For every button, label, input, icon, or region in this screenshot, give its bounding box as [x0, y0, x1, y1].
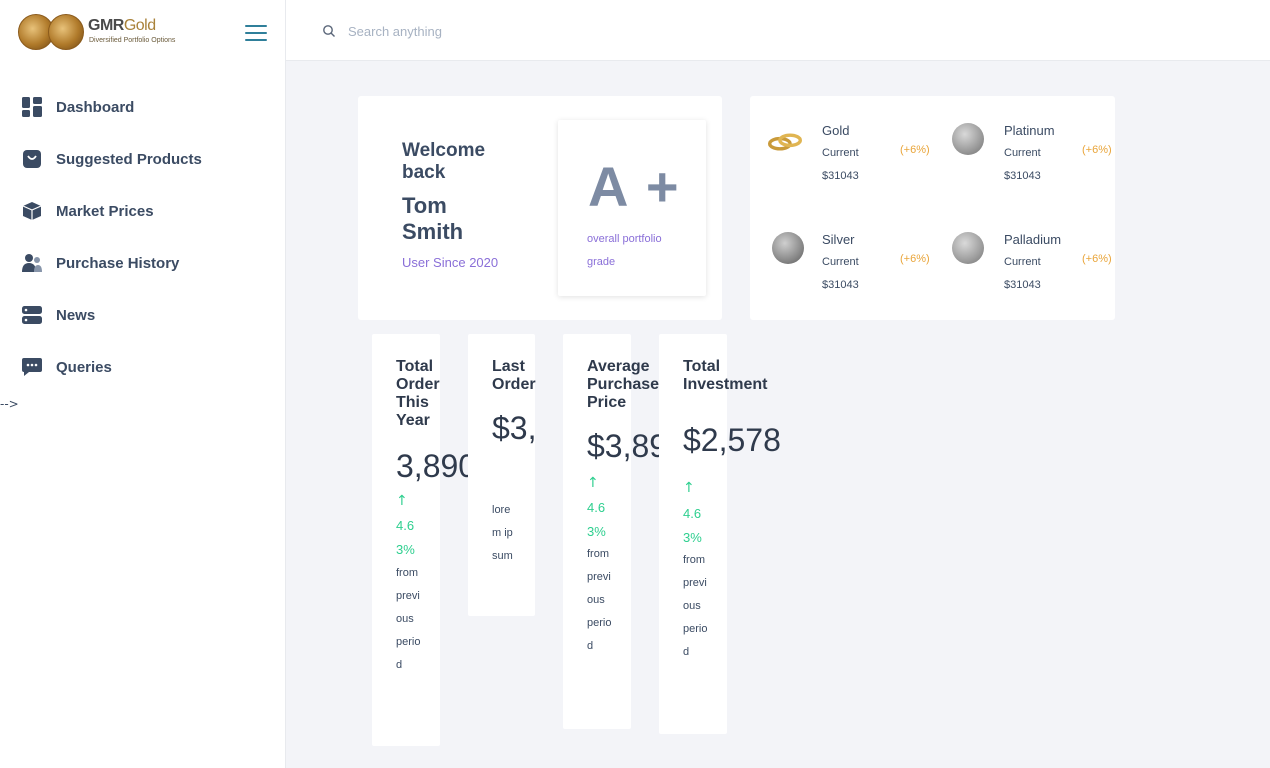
- stat-value: 3,890: [396, 448, 477, 484]
- welcome-title: Welcome back: [402, 140, 486, 183]
- search-icon: [323, 25, 335, 37]
- stray-text: -->: [0, 397, 19, 411]
- sidebar-item-queries[interactable]: Queries: [0, 341, 285, 393]
- metal-sub: Current: [1004, 256, 1041, 268]
- metal-price: $31043: [822, 279, 859, 291]
- stat-value: $3,890: [492, 410, 535, 446]
- metal-name: Silver: [822, 232, 855, 247]
- sidebar-item-label: Queries: [56, 358, 112, 376]
- sidebar-item-label: Dashboard: [56, 98, 135, 116]
- stat-note: lorem ipsum: [492, 504, 513, 562]
- stat-title: Total Order This Year: [396, 358, 440, 429]
- metal-sub: Current: [1004, 147, 1041, 159]
- arrow-up-icon: ↑: [683, 480, 695, 496]
- portfolio-grade-box: A + overall portfolio grade: [558, 120, 706, 296]
- metal-price: $31043: [1004, 279, 1041, 291]
- portfolio-grade: A +: [588, 155, 681, 218]
- silver-coin-icon: [772, 232, 804, 264]
- sidebar-item-news[interactable]: News: [0, 289, 285, 341]
- sidebar-item-dashboard[interactable]: Dashboard: [0, 81, 285, 133]
- palladium-coin-icon: [952, 232, 984, 264]
- welcome-card: Welcome back Tom Smith User Since 2020 A…: [358, 96, 722, 320]
- menu-toggle-icon[interactable]: [245, 24, 267, 42]
- stat-value: $3,890: [587, 428, 661, 464]
- metal-name: Gold: [822, 123, 850, 138]
- sidebar-item-label: News: [56, 306, 96, 324]
- stat-card-average-purchase-price: Average Purchase Price $3,890 ↑ 4.63% fr…: [563, 334, 661, 729]
- box-icon: [22, 202, 42, 220]
- sidebar-item-label: Market Prices: [56, 202, 154, 220]
- sidebar-item-market-prices[interactable]: Market Prices: [0, 185, 285, 237]
- search-input[interactable]: [348, 18, 748, 44]
- grid-icon: [22, 97, 42, 117]
- sidebar-item-label: Purchase History: [56, 254, 180, 272]
- metal-item-palladium[interactable]: Palladium Current $31043 (+6%): [950, 232, 1130, 312]
- metal-prices-card: Gold Current $31043 (+6%) Platinum Curre…: [750, 96, 1115, 320]
- sidebar-item-suggested-products[interactable]: Suggested Products: [0, 133, 285, 185]
- metal-sub: Current: [822, 256, 859, 268]
- metal-change: (+6%): [900, 144, 930, 156]
- platinum-coin-icon: [952, 123, 984, 155]
- chat-icon: [22, 358, 42, 376]
- stat-title: Average Purchase Price: [587, 358, 660, 411]
- server-icon: [22, 306, 42, 324]
- metal-name: Palladium: [1004, 232, 1062, 247]
- stat-change: 4.63%: [396, 518, 415, 557]
- metal-price: $31043: [822, 170, 859, 182]
- stat-note: from previous period: [587, 548, 612, 652]
- portfolio-grade-caption: overall portfolio grade: [587, 233, 662, 268]
- user-since: User Since 2020: [402, 255, 499, 270]
- brand-name: GMRGold: [88, 17, 156, 34]
- stat-title: Last Order: [492, 358, 536, 393]
- stat-note: from previous period: [683, 554, 708, 658]
- users-icon: [22, 254, 42, 272]
- metal-item-platinum[interactable]: Platinum Current $31043 (+6%): [950, 123, 1130, 203]
- stat-change: 4.63%: [683, 506, 702, 545]
- user-name: Tom Smith: [402, 193, 464, 244]
- metal-name: Platinum: [1004, 123, 1055, 138]
- sidebar-item-label: Suggested Products: [56, 150, 202, 168]
- metal-change: (+6%): [1082, 144, 1112, 156]
- sidebar-nav: Dashboard Suggested Products Market Pric…: [0, 81, 285, 393]
- stat-change: 4.63%: [587, 500, 606, 539]
- stat-card-total-investment: Total Investment $2,578 ↑ 4.63% from pre…: [659, 334, 781, 734]
- stat-card-total-order: Total Order This Year 3,890 ↑ 4.63% from…: [372, 334, 476, 746]
- arrow-up-icon: ↑: [396, 493, 408, 509]
- sidebar-item-purchase-history[interactable]: Purchase History: [0, 237, 285, 289]
- stat-value: $2,578: [683, 422, 781, 458]
- metal-item-silver[interactable]: Silver Current $31043 (+6%): [770, 232, 950, 312]
- gold-rings-icon: [768, 133, 802, 151]
- globe-icon: [48, 14, 84, 50]
- metal-item-gold[interactable]: Gold Current $31043 (+6%): [764, 123, 944, 203]
- bag-icon: [23, 150, 41, 168]
- stat-title: Total Investment: [683, 358, 768, 393]
- arrow-up-icon: ↑: [587, 475, 599, 491]
- metal-sub: Current: [822, 147, 859, 159]
- stat-note: from previous period: [396, 567, 421, 671]
- metal-change: (+6%): [1082, 253, 1112, 265]
- brand-tagline: Diversified Portfolio Options: [89, 37, 176, 44]
- metal-price: $31043: [1004, 170, 1041, 182]
- metal-change: (+6%): [900, 253, 930, 265]
- sidebar: GMRGold Diversified Portfolio Options Da…: [0, 0, 286, 768]
- brand-logo[interactable]: GMRGold Diversified Portfolio Options: [18, 12, 188, 54]
- stat-card-last-order: Last Order $3,890 lorem ipsum: [468, 334, 536, 616]
- top-bar: [286, 0, 1270, 61]
